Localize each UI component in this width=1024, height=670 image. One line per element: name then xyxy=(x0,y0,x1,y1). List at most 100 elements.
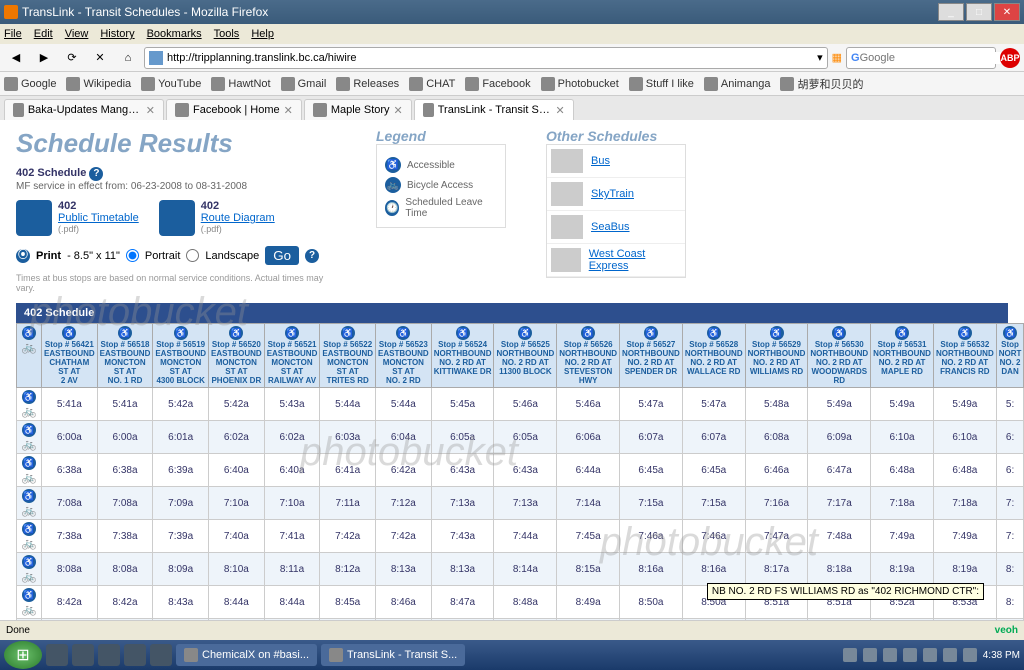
stop-header[interactable]: ♿Stop # 56530NORTHBOUNDNO. 2 RD ATWOODWA… xyxy=(808,324,871,388)
landscape-radio[interactable] xyxy=(186,249,199,262)
dropdown-icon[interactable]: ▾ xyxy=(817,51,823,64)
back-button[interactable]: ◀ xyxy=(4,47,28,69)
other-schedule-item[interactable]: SeaBus xyxy=(547,211,685,244)
taskbar-button[interactable]: TransLink - Transit S... xyxy=(321,644,465,666)
tray-icon[interactable] xyxy=(903,648,917,662)
reload-button[interactable]: ⟳ xyxy=(60,47,84,69)
stop-header[interactable]: ♿Stop # 56528NORTHBOUNDNO. 2 RD ATWALLAC… xyxy=(682,324,745,388)
time-cell: 9:07a xyxy=(209,619,265,621)
quicklaunch-icon[interactable] xyxy=(72,644,94,666)
time-cell: 9:09a xyxy=(376,619,432,621)
stop-header[interactable]: ♿Stop # 56520EASTBOUNDMONCTON ST ATPHOEN… xyxy=(209,324,265,388)
tray-icon[interactable] xyxy=(963,648,977,662)
tab-close-icon[interactable]: ✕ xyxy=(556,104,565,117)
other-schedule-link[interactable]: SeaBus xyxy=(591,221,630,233)
menu-help[interactable]: Help xyxy=(251,28,274,40)
stop-header[interactable]: ♿Stop # 56529NORTHBOUNDNO. 2 RD ATWILLIA… xyxy=(745,324,808,388)
bookmark-item[interactable]: Animanga xyxy=(704,77,771,91)
navbar: ◀ ▶ ⟳ ✕ ⌂ ▾ ▦ G ABP xyxy=(0,44,1024,72)
stop-header[interactable]: ♿Stop # 56525NORTHBOUNDNO. 2 RD AT11300 … xyxy=(494,324,557,388)
stop-header[interactable]: ♿Stop # 56523EASTBOUNDMONCTON ST ATNO. 2… xyxy=(376,324,432,388)
stop-header[interactable]: ♿StopNORTNO. 2DAN xyxy=(996,324,1024,388)
tray-icon[interactable] xyxy=(883,648,897,662)
public-timetable-link[interactable]: Public Timetable xyxy=(58,212,139,224)
url-bar[interactable]: ▾ xyxy=(144,47,828,69)
stop-header[interactable]: ♿Stop # 56527NORTHBOUNDNO. 2 RD ATSPENDE… xyxy=(620,324,683,388)
legend-item: ♿Accessible xyxy=(385,157,497,173)
stop-header[interactable]: ♿Stop # 56522EASTBOUNDMONCTON ST ATTRITE… xyxy=(320,324,376,388)
stop-header[interactable]: ♿Stop # 56518EASTBOUNDMONCTON ST ATNO. 1… xyxy=(97,324,153,388)
stop-header[interactable]: ♿Stop # 56521EASTBOUNDMONCTON ST ATRAILW… xyxy=(264,324,320,388)
menu-view[interactable]: View xyxy=(65,28,89,40)
bookmark-item[interactable]: Gmail xyxy=(281,77,327,91)
wheelchair-icon: ♿ xyxy=(958,326,972,340)
other-schedule-item[interactable]: Bus xyxy=(547,145,685,178)
tray-icon[interactable] xyxy=(863,648,877,662)
url-input[interactable] xyxy=(167,52,817,64)
wheelchair-icon: ♿ xyxy=(22,555,36,569)
bookmark-item[interactable]: Facebook xyxy=(465,77,530,91)
stop-header[interactable]: ♿Stop # 56531NORTHBOUNDNO. 2 RD ATMAPLE … xyxy=(871,324,934,388)
abp-icon[interactable]: ABP xyxy=(1000,48,1020,68)
go-button[interactable]: Go xyxy=(265,246,299,265)
menu-bookmarks[interactable]: Bookmarks xyxy=(147,28,202,40)
info-icon[interactable]: ? xyxy=(89,167,103,181)
quicklaunch-icon[interactable] xyxy=(150,644,172,666)
other-schedule-link[interactable]: Bus xyxy=(591,155,610,167)
time-cell: 5:41a xyxy=(97,388,153,421)
search-input[interactable] xyxy=(860,52,1002,64)
bookmark-item[interactable]: Wikipedia xyxy=(66,77,131,91)
browser-tab[interactable]: Baka-Updates Manga - Series✕ xyxy=(4,99,164,120)
taskbar-button[interactable]: ChemicalX on #basi... xyxy=(176,644,317,666)
other-schedule-item[interactable]: SkyTrain xyxy=(547,178,685,211)
tray-icon[interactable] xyxy=(843,648,857,662)
bookmark-item[interactable]: HawtNot xyxy=(211,77,270,91)
menu-edit[interactable]: Edit xyxy=(34,28,53,40)
tab-close-icon[interactable]: ✕ xyxy=(146,104,155,117)
bookmark-item[interactable]: CHAT xyxy=(409,77,455,91)
bookmark-item[interactable]: Google xyxy=(4,77,56,91)
bookmark-item[interactable]: YouTube xyxy=(141,77,201,91)
other-schedule-link[interactable]: West Coast Express xyxy=(589,248,681,272)
browser-tab[interactable]: Facebook | Home✕ xyxy=(166,99,302,120)
maximize-button[interactable]: □ xyxy=(966,3,992,21)
other-schedule-link[interactable]: SkyTrain xyxy=(591,188,634,200)
quicklaunch-icon[interactable] xyxy=(46,644,68,666)
time-cell: 6:38a xyxy=(42,454,98,487)
start-button[interactable]: ⊞ xyxy=(4,641,42,669)
stop-header[interactable]: ♿Stop # 56526NORTHBOUNDNO. 2 RD ATSTEVES… xyxy=(557,324,620,388)
browser-tab[interactable]: Maple Story✕ xyxy=(304,99,412,120)
menu-tools[interactable]: Tools xyxy=(214,28,240,40)
print-icon[interactable]: ⦿ xyxy=(16,249,30,263)
browser-tab[interactable]: TransLink - Transit Schedules✕ xyxy=(414,99,574,120)
stop-header[interactable]: ♿Stop # 56421EASTBOUNDCHATHAM ST AT2 AV xyxy=(42,324,98,388)
stop-header[interactable]: ♿Stop # 56532NORTHBOUNDNO. 2 RD ATFRANCI… xyxy=(933,324,996,388)
close-button[interactable]: ✕ xyxy=(994,3,1020,21)
menu-file[interactable]: File xyxy=(4,28,22,40)
portrait-radio[interactable] xyxy=(126,249,139,262)
info-icon[interactable]: ? xyxy=(305,249,319,263)
bookmark-item[interactable]: Releases xyxy=(336,77,399,91)
menu-history[interactable]: History xyxy=(100,28,134,40)
time-cell: 7:17a xyxy=(808,487,871,520)
tab-close-icon[interactable]: ✕ xyxy=(284,104,293,117)
bookmark-item[interactable]: Photobucket xyxy=(541,77,619,91)
bookmark-item[interactable]: 胡萝和贝贝的 xyxy=(780,76,863,92)
tab-close-icon[interactable]: ✕ xyxy=(394,104,403,117)
minimize-button[interactable]: _ xyxy=(938,3,964,21)
bookmark-item[interactable]: Stuff I like xyxy=(629,77,694,91)
quicklaunch-icon[interactable] xyxy=(98,644,120,666)
quicklaunch-icon[interactable] xyxy=(124,644,146,666)
stop-header[interactable]: ♿Stop # 56519EASTBOUNDMONCTON ST AT4300 … xyxy=(153,324,209,388)
stop-button[interactable]: ✕ xyxy=(88,47,112,69)
forward-button[interactable]: ▶ xyxy=(32,47,56,69)
route-diagram-link[interactable]: Route Diagram xyxy=(201,212,275,224)
search-box[interactable]: G xyxy=(846,47,996,69)
time-cell: 5:41a xyxy=(42,388,98,421)
rss-icon[interactable]: ▦ xyxy=(832,51,842,64)
stop-header[interactable]: ♿Stop # 56524NORTHBOUNDNO. 2 RD ATKITTIW… xyxy=(431,324,494,388)
other-schedule-item[interactable]: West Coast Express xyxy=(547,244,685,277)
tray-icon[interactable] xyxy=(943,648,957,662)
home-button[interactable]: ⌂ xyxy=(116,47,140,69)
tray-icon[interactable] xyxy=(923,648,937,662)
